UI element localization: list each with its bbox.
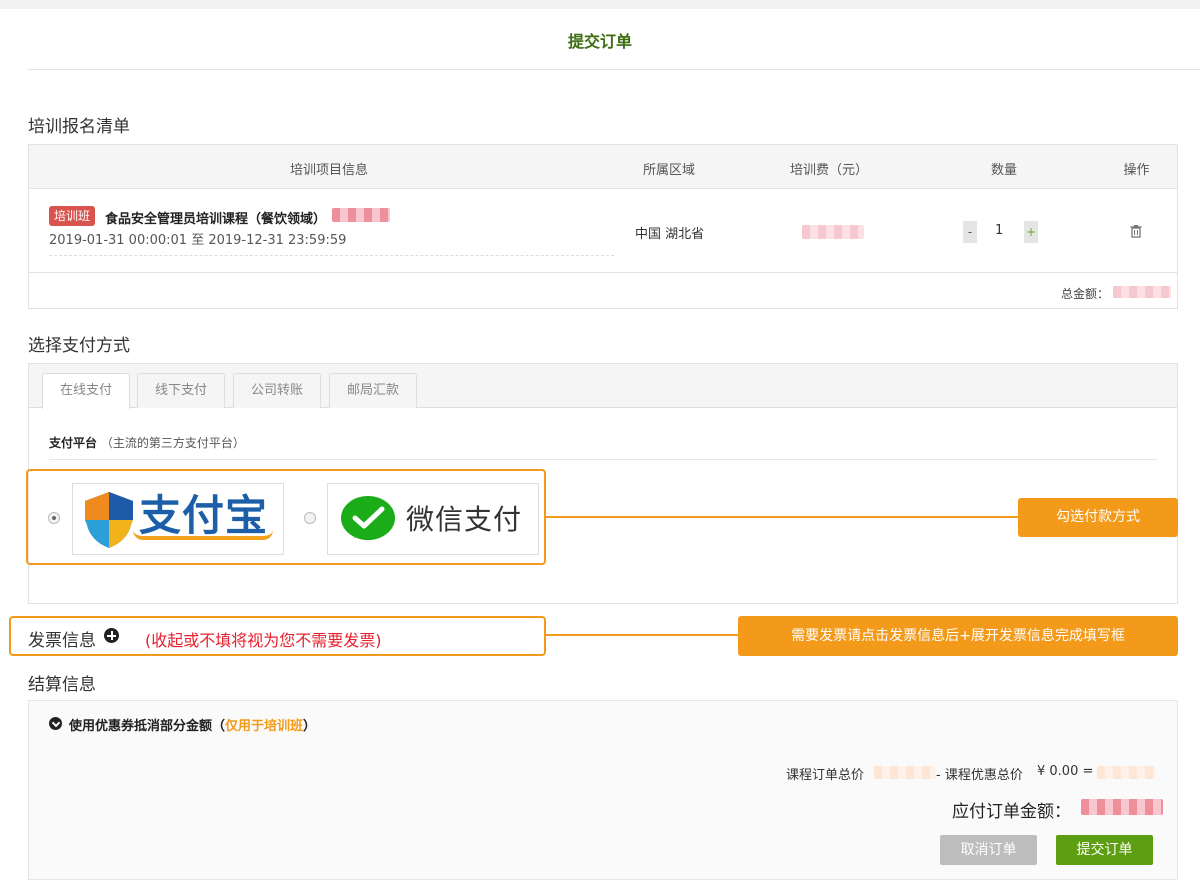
wechat-pay-radio[interactable]	[304, 512, 316, 524]
chevron-down-circle-icon[interactable]	[49, 717, 62, 730]
tab-online-payment[interactable]: 在线支付	[42, 373, 130, 409]
discount-value: ¥ 0.00 =	[1037, 764, 1094, 779]
column-header-fee: 培训费（元）	[789, 163, 868, 178]
platform-label-text: 支付平台	[49, 436, 98, 450]
row-divider	[49, 255, 614, 256]
shield-icon	[85, 492, 133, 548]
invoice-title[interactable]: 发票信息	[28, 626, 96, 651]
redacted-payable-amount	[1081, 799, 1163, 815]
quantity-value[interactable]: 1	[995, 223, 1003, 238]
coupon-only-text: 仅用于培训班	[225, 719, 304, 734]
course-type-badge: 培训班	[49, 206, 96, 226]
payable-amount-label: 应付订单金额：	[952, 802, 1071, 822]
invoice-note: (收起或不填将视为您不需要发票)	[145, 631, 382, 650]
column-header-qty: 数量	[990, 163, 1017, 178]
page-title: 提交订单	[567, 32, 632, 51]
tab-company-transfer[interactable]: 公司转账	[233, 373, 321, 408]
course-date-range: 2019-01-31 00:00:01 至 2019-12-31 23:59:5…	[49, 233, 347, 248]
alipay-radio[interactable]	[48, 512, 60, 524]
payment-tabs: 在线支付 线下支付 公司转账 邮局汇款	[29, 364, 1177, 409]
platform-divider	[49, 459, 1157, 460]
title-divider	[28, 69, 1200, 70]
table-row: 培训班 食品安全管理员培训课程（餐饮领域） 2019-01-31 00:00:0…	[29, 189, 1177, 273]
alipay-swoosh	[133, 530, 273, 540]
submit-order-button[interactable]: 提交订单	[1056, 835, 1153, 865]
discount-label: - 课程优惠总价	[936, 768, 1023, 783]
plus-circle-icon[interactable]	[104, 628, 119, 643]
wechat-pay-option[interactable]: 微信支付	[327, 483, 539, 555]
redacted-subtotal	[1097, 766, 1155, 779]
cancel-order-button[interactable]: 取消订单	[940, 835, 1037, 865]
order-table: 培训项目信息 所属区域 培训费（元） 数量 操作 培训班 食品安全管理员培训课程…	[28, 144, 1178, 309]
invoice-callout: 需要发票请点击发票信息后+展开发票信息完成填写框	[738, 616, 1178, 656]
wechat-pay-text: 微信支付	[406, 503, 523, 536]
column-header-info: 培训项目信息	[289, 163, 368, 178]
tab-offline-payment[interactable]: 线下支付	[137, 373, 225, 408]
redacted-course-total	[874, 766, 936, 779]
coupon-toggle[interactable]: 使用优惠券抵消部分金额（仅用于培训班）	[69, 715, 316, 734]
quantity-decrease-button[interactable]: -	[963, 221, 977, 243]
settlement-panel: 使用优惠券抵消部分金额（仅用于培训班） 课程订单总价 - 课程优惠总价 ¥ 0.…	[28, 700, 1178, 880]
coupon-label-text: 使用优惠券抵消部分金额（	[69, 719, 226, 734]
column-header-region: 所属区域	[642, 163, 695, 178]
coupon-close-paren: ）	[303, 719, 317, 734]
redacted-total	[1113, 286, 1171, 298]
course-name: 食品安全管理员培训课程（餐饮领域）	[105, 212, 327, 227]
settlement-section-title: 结算信息	[28, 675, 96, 695]
alipay-option[interactable]: 支付宝	[72, 483, 284, 555]
wechat-pay-icon	[341, 496, 395, 540]
payment-platform-label: 支付平台 （主流的第三方支付平台）	[49, 434, 245, 451]
payment-callout-line	[546, 516, 1020, 518]
order-section-title: 培训报名清单	[28, 117, 130, 137]
invoice-callout-line	[546, 634, 740, 636]
order-table-header: 培训项目信息 所属区域 培训费（元） 数量 操作	[29, 145, 1177, 189]
column-header-action: 操作	[1123, 163, 1150, 178]
trash-icon[interactable]	[1129, 224, 1143, 238]
payment-method-callout: 勾选付款方式	[1018, 498, 1178, 537]
quantity-increase-button[interactable]: +	[1024, 221, 1038, 243]
course-total-label: 课程订单总价	[786, 768, 865, 783]
redacted-fee	[802, 225, 864, 239]
top-strip	[0, 0, 1200, 9]
total-amount-label: 总金额：	[1061, 287, 1110, 301]
course-region: 中国 湖北省	[635, 227, 705, 242]
tab-postal-remittance[interactable]: 邮局汇款	[329, 373, 417, 408]
platform-hint-text: （主流的第三方支付平台）	[100, 436, 245, 450]
payment-section-title: 选择支付方式	[28, 336, 130, 356]
redacted-course-code	[332, 208, 390, 222]
